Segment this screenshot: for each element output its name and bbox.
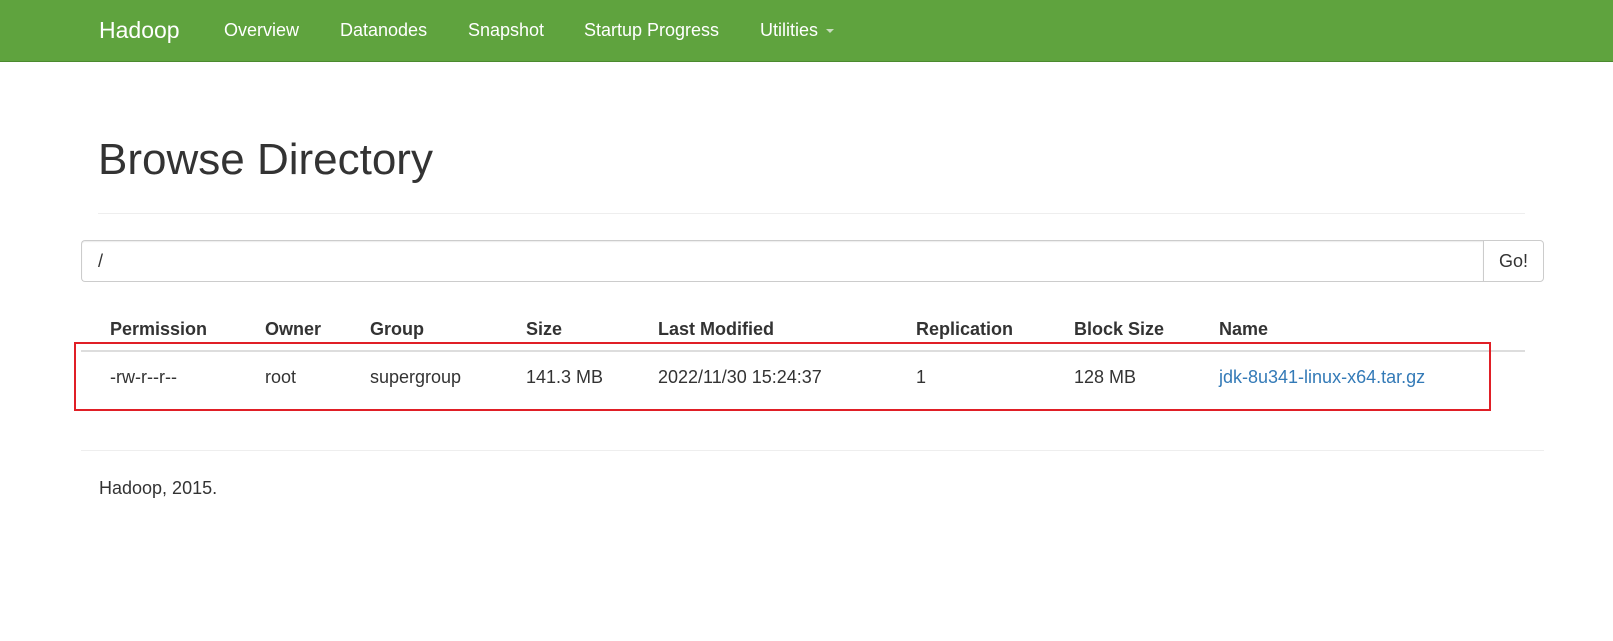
go-button[interactable]: Go! — [1483, 240, 1544, 282]
cell-size: 141.3 MB — [526, 367, 604, 387]
header-divider — [98, 213, 1525, 214]
column-header-owner[interactable]: Owner — [265, 319, 321, 340]
path-form: Go! — [81, 240, 1544, 282]
nav-datanodes[interactable]: Datanodes — [340, 20, 427, 41]
brand-link[interactable]: Hadoop — [99, 17, 180, 44]
cell-block-size: 128 MB — [1074, 367, 1137, 387]
column-header-replication[interactable]: Replication — [916, 319, 1013, 340]
footer-divider — [81, 450, 1544, 451]
cell-owner: root — [265, 367, 297, 387]
column-header-group[interactable]: Group — [370, 319, 424, 340]
directory-path-input[interactable] — [81, 240, 1483, 282]
page-title: Browse Directory — [98, 135, 433, 184]
cell-replication: 1 — [916, 367, 927, 387]
nav-utilities-label: Utilities — [760, 20, 819, 40]
column-header-block-size[interactable]: Block Size — [1074, 319, 1164, 340]
nav-snapshot[interactable]: Snapshot — [468, 20, 544, 41]
column-header-permission[interactable]: Permission — [110, 319, 207, 340]
footer-text: Hadoop, 2015. — [99, 478, 218, 498]
nav-overview[interactable]: Overview — [224, 20, 299, 41]
cell-last-modified: 2022/11/30 15:24:37 — [658, 367, 822, 387]
column-header-size[interactable]: Size — [526, 319, 562, 340]
nav-startup-progress[interactable]: Startup Progress — [584, 20, 719, 41]
column-header-name[interactable]: Name — [1219, 319, 1268, 340]
top-navbar: Hadoop Overview Datanodes Snapshot Start… — [0, 0, 1613, 62]
cell-group: supergroup — [370, 367, 462, 387]
cell-permission: -rw-r--r-- — [110, 367, 177, 387]
file-name-link[interactable]: jdk-8u341-linux-x64.tar.gz — [1219, 367, 1425, 388]
column-header-last-modified[interactable]: Last Modified — [658, 319, 774, 340]
caret-down-icon — [826, 29, 835, 34]
nav-utilities-dropdown[interactable]: Utilities — [760, 20, 835, 41]
table-row: -rw-r--r-- root supergroup 141.3 MB 2022… — [81, 352, 1525, 400]
